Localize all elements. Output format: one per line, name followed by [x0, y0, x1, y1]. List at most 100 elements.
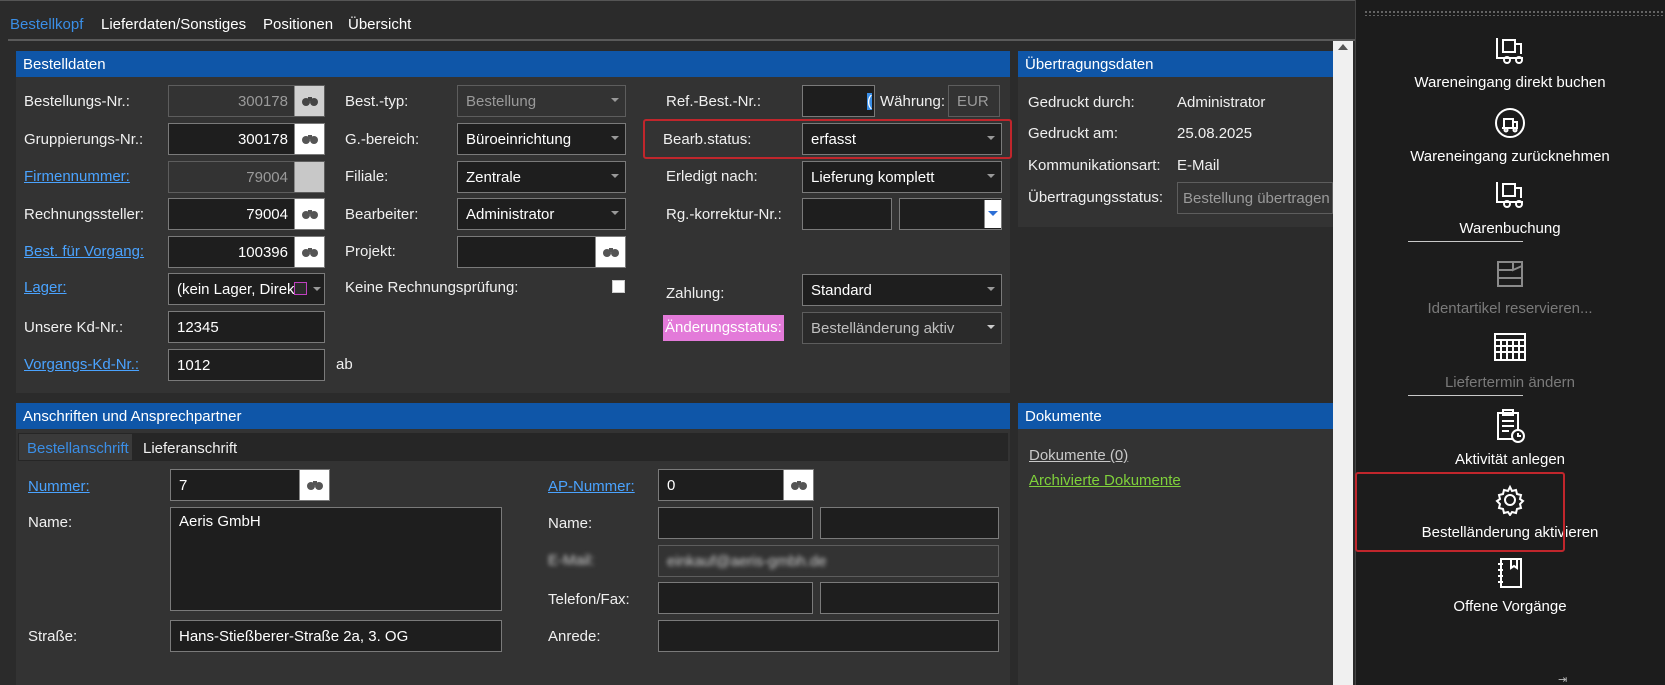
telefon-field[interactable] — [658, 582, 813, 614]
vorgangs-kd-suffix: ab — [336, 356, 353, 373]
email-field[interactable]: einkauf@aeris-gmbh.de — [658, 545, 999, 577]
archivierte-dokumente-link[interactable]: Archivierte Dokumente — [1029, 472, 1181, 489]
main-area: Bestellkopf Lieferdaten/Sonstiges Positi… — [0, 0, 1440, 685]
ap-vorname-field[interactable] — [658, 507, 813, 539]
forklift-icon — [1355, 34, 1665, 64]
bearb-status-highlight — [643, 119, 1012, 159]
zahlung-label: Zahlung: — [666, 285, 725, 302]
vertical-scrollbar[interactable] — [1333, 41, 1353, 685]
zahlung-select[interactable]: Standard — [802, 274, 1002, 306]
chevron-down-icon — [987, 325, 995, 329]
binoculars-icon[interactable] — [299, 470, 329, 500]
action-label: Liefertermin ändern — [1444, 374, 1576, 391]
g-bereich-select[interactable]: Büroeinrichtung — [457, 123, 626, 155]
aenderungsstatus-select[interactable]: Bestelländerung aktiv — [802, 312, 1002, 344]
action-wareneingang-zuruecknehmen[interactable]: Wareneingang zurücknehmen — [1355, 104, 1665, 170]
vorgangs-kd-nr-field[interactable]: 1012 — [168, 349, 325, 381]
waehrung-field[interactable]: EUR — [948, 85, 1000, 117]
separator — [1408, 241, 1523, 242]
projekt-label: Projekt: — [345, 243, 396, 260]
scroll-up-arrow-icon[interactable] — [1338, 44, 1348, 50]
keine-rechnungspruefung-label: Keine Rechnungsprüfung: — [345, 279, 519, 296]
gedruckt-durch-label: Gedruckt durch: — [1028, 94, 1135, 111]
bearbeiter-value: Administrator — [466, 206, 555, 223]
uebertragungsdaten-header: Übertragungsdaten — [1018, 51, 1333, 77]
chevron-down-icon — [611, 174, 619, 178]
binoculars-icon[interactable] — [294, 162, 324, 192]
best-fuer-vorgang-link[interactable]: Best. für Vorgang: — [24, 243, 144, 260]
binoculars-icon[interactable] — [294, 237, 324, 267]
tab-bestellkopf[interactable]: Bestellkopf — [10, 16, 83, 33]
unsere-kd-nr-field[interactable]: 12345 — [168, 311, 325, 343]
chevron-down-icon — [313, 287, 321, 291]
reserve-icon — [1355, 258, 1665, 290]
zahlung-value: Standard — [811, 282, 872, 299]
calendar-icon — [1355, 330, 1665, 364]
action-wareneingang-direkt-buchen[interactable]: Wareneingang direkt buchen — [1355, 30, 1665, 98]
kommunikationsart-label: Kommunikationsart: — [1028, 157, 1161, 174]
subtab-bestellanschrift[interactable]: Bestellanschrift — [27, 440, 129, 457]
keine-rechnungspruefung-checkbox[interactable] — [612, 280, 625, 293]
g-bereich-value: Büroeinrichtung — [466, 131, 572, 148]
action-label: Warenbuchung — [1459, 220, 1561, 237]
uebertragungsstatus-field[interactable]: Bestellung übertragen — [1177, 182, 1333, 214]
strasse-field[interactable]: Hans-Stießberer-Straße 2a, 3. OG — [170, 620, 502, 652]
action-offene-vorgaenge[interactable]: Offene Vorgänge — [1355, 556, 1665, 620]
binoculars-icon[interactable] — [783, 470, 813, 500]
action-liefertermin-aendern[interactable]: Liefertermin ändern — [1355, 330, 1665, 396]
bestelldaten-header: Bestelldaten — [16, 51, 1010, 77]
action-warenbuchung[interactable]: Warenbuchung — [1355, 176, 1665, 246]
ap-nachname-field[interactable] — [820, 507, 999, 539]
firmennummer-link[interactable]: Firmennummer: — [24, 168, 130, 185]
best-typ-select[interactable]: Bestellung — [457, 85, 626, 117]
filiale-select[interactable]: Zentrale — [457, 161, 626, 193]
subtab-lieferanschrift[interactable]: Lieferanschrift — [143, 440, 237, 457]
binoculars-icon[interactable] — [294, 124, 324, 154]
anrede-field[interactable] — [658, 620, 999, 652]
action-label: Wareneingang direkt buchen — [1414, 74, 1606, 91]
binoculars-icon[interactable] — [294, 86, 324, 116]
tab-lieferdaten[interactable]: Lieferdaten/Sonstiges — [101, 16, 246, 33]
tab-uebersicht[interactable]: Übersicht — [348, 16, 411, 33]
erledigt-nach-select[interactable]: Lieferung komplett — [802, 161, 1002, 193]
vorgangs-kd-nr-link[interactable]: Vorgangs-Kd-Nr.: — [24, 356, 139, 373]
dokumente-link[interactable]: Dokumente (0) — [1029, 447, 1128, 464]
best-typ-label: Best.-typ: — [345, 93, 409, 110]
bearbeiter-select[interactable]: Administrator — [457, 198, 626, 230]
rechnungssteller-label: Rechnungssteller: — [24, 206, 145, 223]
uebertragungsstatus-label: Übertragungsstatus: — [1028, 189, 1164, 206]
telefon-fax-label: Telefon/Fax: — [548, 591, 630, 608]
ref-best-nr-field[interactable]: ( — [802, 85, 875, 117]
action-identartikel-reservieren[interactable]: Identartikel reservieren... — [1355, 256, 1665, 322]
clipboard-clock-icon — [1355, 408, 1665, 444]
name-textarea[interactable]: Aeris GmbH — [170, 507, 502, 611]
binoculars-icon[interactable] — [294, 199, 324, 229]
lager-link[interactable]: Lager: — [24, 279, 67, 296]
ap-nummer-link[interactable]: AP-Nummer: — [548, 478, 635, 495]
tab-positionen[interactable]: Positionen — [263, 16, 333, 33]
gedruckt-am-value: 25.08.2025 — [1177, 125, 1253, 142]
bestellungs-nr-label: Bestellungs-Nr.: — [24, 93, 130, 110]
binoculars-icon[interactable] — [595, 237, 625, 267]
email-label: E-Mail: — [548, 552, 595, 569]
bearbeiter-label: Bearbeiter: — [345, 206, 419, 223]
chevron-down-icon — [988, 211, 998, 216]
dokumente-panel: Dokumente — [1018, 403, 1333, 685]
forklift-icon — [1355, 178, 1665, 208]
email-value: einkauf@aeris-gmbh.de — [667, 553, 827, 570]
ref-best-nr-value: ( — [867, 93, 872, 110]
expand-arrow-icon[interactable]: ⇥ — [1558, 673, 1567, 685]
fax-field[interactable] — [820, 582, 999, 614]
sidepane-grip[interactable] — [1364, 10, 1664, 16]
tab-divider — [8, 39, 1440, 41]
bestellaenderung-highlight — [1355, 472, 1565, 552]
nummer-link[interactable]: Nummer: — [28, 478, 90, 495]
return-goods-icon — [1355, 106, 1665, 140]
rg-korrektur-nr-field[interactable] — [802, 198, 892, 230]
lager-checkbox[interactable] — [294, 282, 307, 295]
action-aktivitaet-anlegen[interactable]: Aktivität anlegen — [1355, 406, 1665, 472]
action-label: Wareneingang zurücknehmen — [1410, 148, 1610, 165]
ap-name-label: Name: — [548, 515, 593, 532]
unsere-kd-nr-label: Unsere Kd-Nr.: — [24, 319, 124, 336]
rg-korrektur-nr-label: Rg.-korrektur-Nr.: — [666, 206, 782, 223]
